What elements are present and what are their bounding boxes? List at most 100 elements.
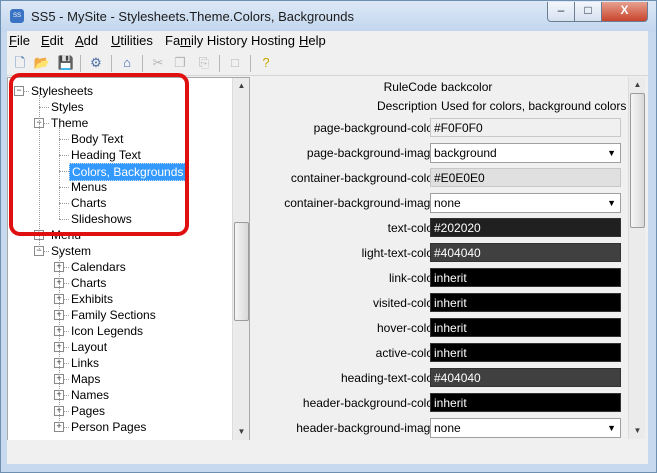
menu-utilities[interactable]: Utilities bbox=[111, 33, 153, 48]
tree-connector bbox=[59, 347, 60, 363]
settings-gear-icon[interactable]: ⚙ bbox=[87, 54, 105, 72]
light-text-color-input[interactable]: #404040 bbox=[430, 243, 621, 262]
tree-connector bbox=[59, 267, 60, 283]
navigation-tree[interactable]: − Stylesheets Styles − Theme Body Text Heading… bbox=[7, 77, 250, 441]
cut-icon[interactable]: ✂ bbox=[149, 54, 167, 72]
scroll-up-icon[interactable]: ▲ bbox=[233, 78, 249, 94]
menu-text: ile bbox=[16, 33, 30, 48]
text-color-input[interactable]: #202020 bbox=[430, 218, 621, 237]
tree-scroll-thumb[interactable] bbox=[234, 222, 249, 321]
hover-color-input[interactable]: inherit bbox=[430, 318, 621, 337]
tree-connector bbox=[59, 187, 69, 188]
toolbar-separator bbox=[80, 55, 81, 72]
chevron-down-icon[interactable]: ▼ bbox=[607, 194, 616, 212]
save-icon[interactable]: 💾 bbox=[57, 54, 75, 72]
menu-accelerator: E bbox=[41, 33, 50, 48]
menu-edit[interactable]: Edit bbox=[41, 33, 63, 48]
properties-scrollbar[interactable]: ▲ ▼ bbox=[628, 77, 645, 439]
page-background-image-value: background bbox=[434, 146, 497, 160]
tree-item-icon-legends[interactable]: Icon Legends bbox=[69, 323, 145, 339]
copy-icon[interactable]: ❐ bbox=[171, 54, 189, 72]
menu-accelerator: U bbox=[111, 33, 121, 48]
window-title: SS5 - MySite - Stylesheets.Theme.Colors,… bbox=[31, 9, 354, 24]
page-background-image-select[interactable]: background ▼ bbox=[430, 143, 621, 163]
toolbar-separator bbox=[142, 55, 143, 72]
tree-item-heading-text[interactable]: Heading Text bbox=[69, 147, 143, 163]
tree-item-exhibits[interactable]: Exhibits bbox=[69, 291, 115, 307]
active-color-input[interactable]: inherit bbox=[430, 343, 621, 362]
tree-item-system[interactable]: System bbox=[49, 243, 93, 259]
tree-connector bbox=[59, 171, 60, 187]
tree-connector bbox=[59, 395, 60, 411]
tree-item-links[interactable]: Links bbox=[69, 355, 101, 371]
tree-item-person-pages[interactable]: Person Pages bbox=[69, 419, 148, 435]
scroll-up-icon[interactable]: ▲ bbox=[629, 77, 645, 93]
tree-connector bbox=[59, 139, 69, 140]
container-background-image-select[interactable]: none ▼ bbox=[430, 193, 621, 213]
chevron-down-icon[interactable]: ▼ bbox=[607, 419, 616, 437]
menu-family-history-hosting[interactable]: Family History Hosting bbox=[165, 33, 295, 48]
link-color-input[interactable]: inherit bbox=[430, 268, 621, 287]
container-background-image-value: none bbox=[434, 196, 461, 210]
properties-panel: RuleCode backcolor Description Used for … bbox=[250, 77, 645, 439]
tree-item-body-text[interactable]: Body Text bbox=[69, 131, 125, 147]
tree-item-charts[interactable]: Charts bbox=[69, 195, 108, 211]
app-logo-icon[interactable]: SS bbox=[10, 9, 24, 23]
tree-item-styles[interactable]: Styles bbox=[49, 99, 86, 115]
tree-item-charts[interactable]: Charts bbox=[69, 275, 108, 291]
page-background-color-input[interactable]: #F0F0F0 bbox=[430, 118, 621, 137]
tree-connector bbox=[39, 107, 49, 108]
close-button[interactable]: X bbox=[601, 2, 648, 22]
new-file-icon[interactable]: 🗋 bbox=[11, 54, 29, 72]
tree-item-menu[interactable]: Menu bbox=[49, 227, 83, 243]
open-folder-icon[interactable]: 📂 bbox=[33, 54, 51, 72]
menu-help[interactable]: Help bbox=[299, 33, 326, 48]
help-icon[interactable]: ? bbox=[257, 54, 275, 72]
tree-item-maps[interactable]: Maps bbox=[69, 371, 102, 387]
tree-item-slideshows[interactable]: Slideshows bbox=[69, 211, 134, 227]
tree-connector bbox=[59, 379, 60, 395]
tree-connector bbox=[59, 219, 69, 220]
title-bar[interactable]: SS SS5 - MySite - Stylesheets.Theme.Colo… bbox=[1, 1, 656, 32]
tree-connector bbox=[59, 155, 69, 156]
home-icon[interactable]: ⌂ bbox=[118, 54, 136, 72]
menu-text: dd bbox=[83, 33, 99, 48]
menu-accelerator: H bbox=[299, 33, 309, 48]
tree-item-names[interactable]: Names bbox=[69, 387, 111, 403]
tree-connector bbox=[59, 411, 60, 427]
header-background-image-label: header-background-image bbox=[296, 421, 437, 435]
chevron-down-icon[interactable]: ▼ bbox=[607, 144, 616, 162]
tree-item-layout[interactable]: Layout bbox=[69, 339, 109, 355]
paste-icon[interactable]: ⎘ bbox=[195, 54, 213, 72]
tree-connector bbox=[59, 139, 60, 155]
tree-expander-icon[interactable]: − bbox=[14, 86, 24, 96]
tree-item-theme[interactable]: Theme bbox=[49, 115, 90, 131]
header-background-color-input[interactable]: inherit bbox=[430, 393, 621, 412]
menu-file[interactable]: File bbox=[9, 33, 30, 48]
blank-page-icon[interactable]: □ bbox=[226, 54, 244, 72]
rulecode-value: backcolor bbox=[441, 80, 493, 94]
tree-item-family-sections[interactable]: Family Sections bbox=[69, 307, 158, 323]
tree-connector bbox=[59, 203, 60, 219]
hover-color-label: hover-color bbox=[376, 321, 437, 335]
minimize-button[interactable]: – bbox=[547, 2, 575, 22]
heading-text-color-label: heading-text-color bbox=[340, 371, 437, 385]
scroll-down-icon[interactable]: ▼ bbox=[629, 423, 645, 439]
tree-connector bbox=[39, 123, 40, 235]
tree-item-pages[interactable]: Pages bbox=[69, 403, 107, 419]
description-label: Description bbox=[376, 99, 437, 113]
tree-item-menus[interactable]: Menus bbox=[69, 179, 109, 195]
maximize-button[interactable]: □ bbox=[574, 2, 602, 22]
scroll-down-icon[interactable]: ▼ bbox=[233, 424, 249, 440]
visited-color-input[interactable]: inherit bbox=[430, 293, 621, 312]
header-background-image-select[interactable]: none ▼ bbox=[430, 418, 621, 438]
properties-scroll-thumb[interactable] bbox=[630, 93, 645, 228]
container-background-color-input[interactable]: #E0E0E0 bbox=[430, 168, 621, 187]
visited-color-label: visited-color bbox=[372, 296, 437, 310]
tree-item-calendars[interactable]: Calendars bbox=[69, 259, 128, 275]
tree-scrollbar[interactable]: ▲ ▼ bbox=[232, 78, 249, 440]
menu-accelerator: m bbox=[180, 33, 192, 48]
heading-text-color-input[interactable]: #404040 bbox=[430, 368, 621, 387]
tree-connector bbox=[59, 255, 60, 267]
menu-add[interactable]: Add bbox=[75, 33, 98, 48]
